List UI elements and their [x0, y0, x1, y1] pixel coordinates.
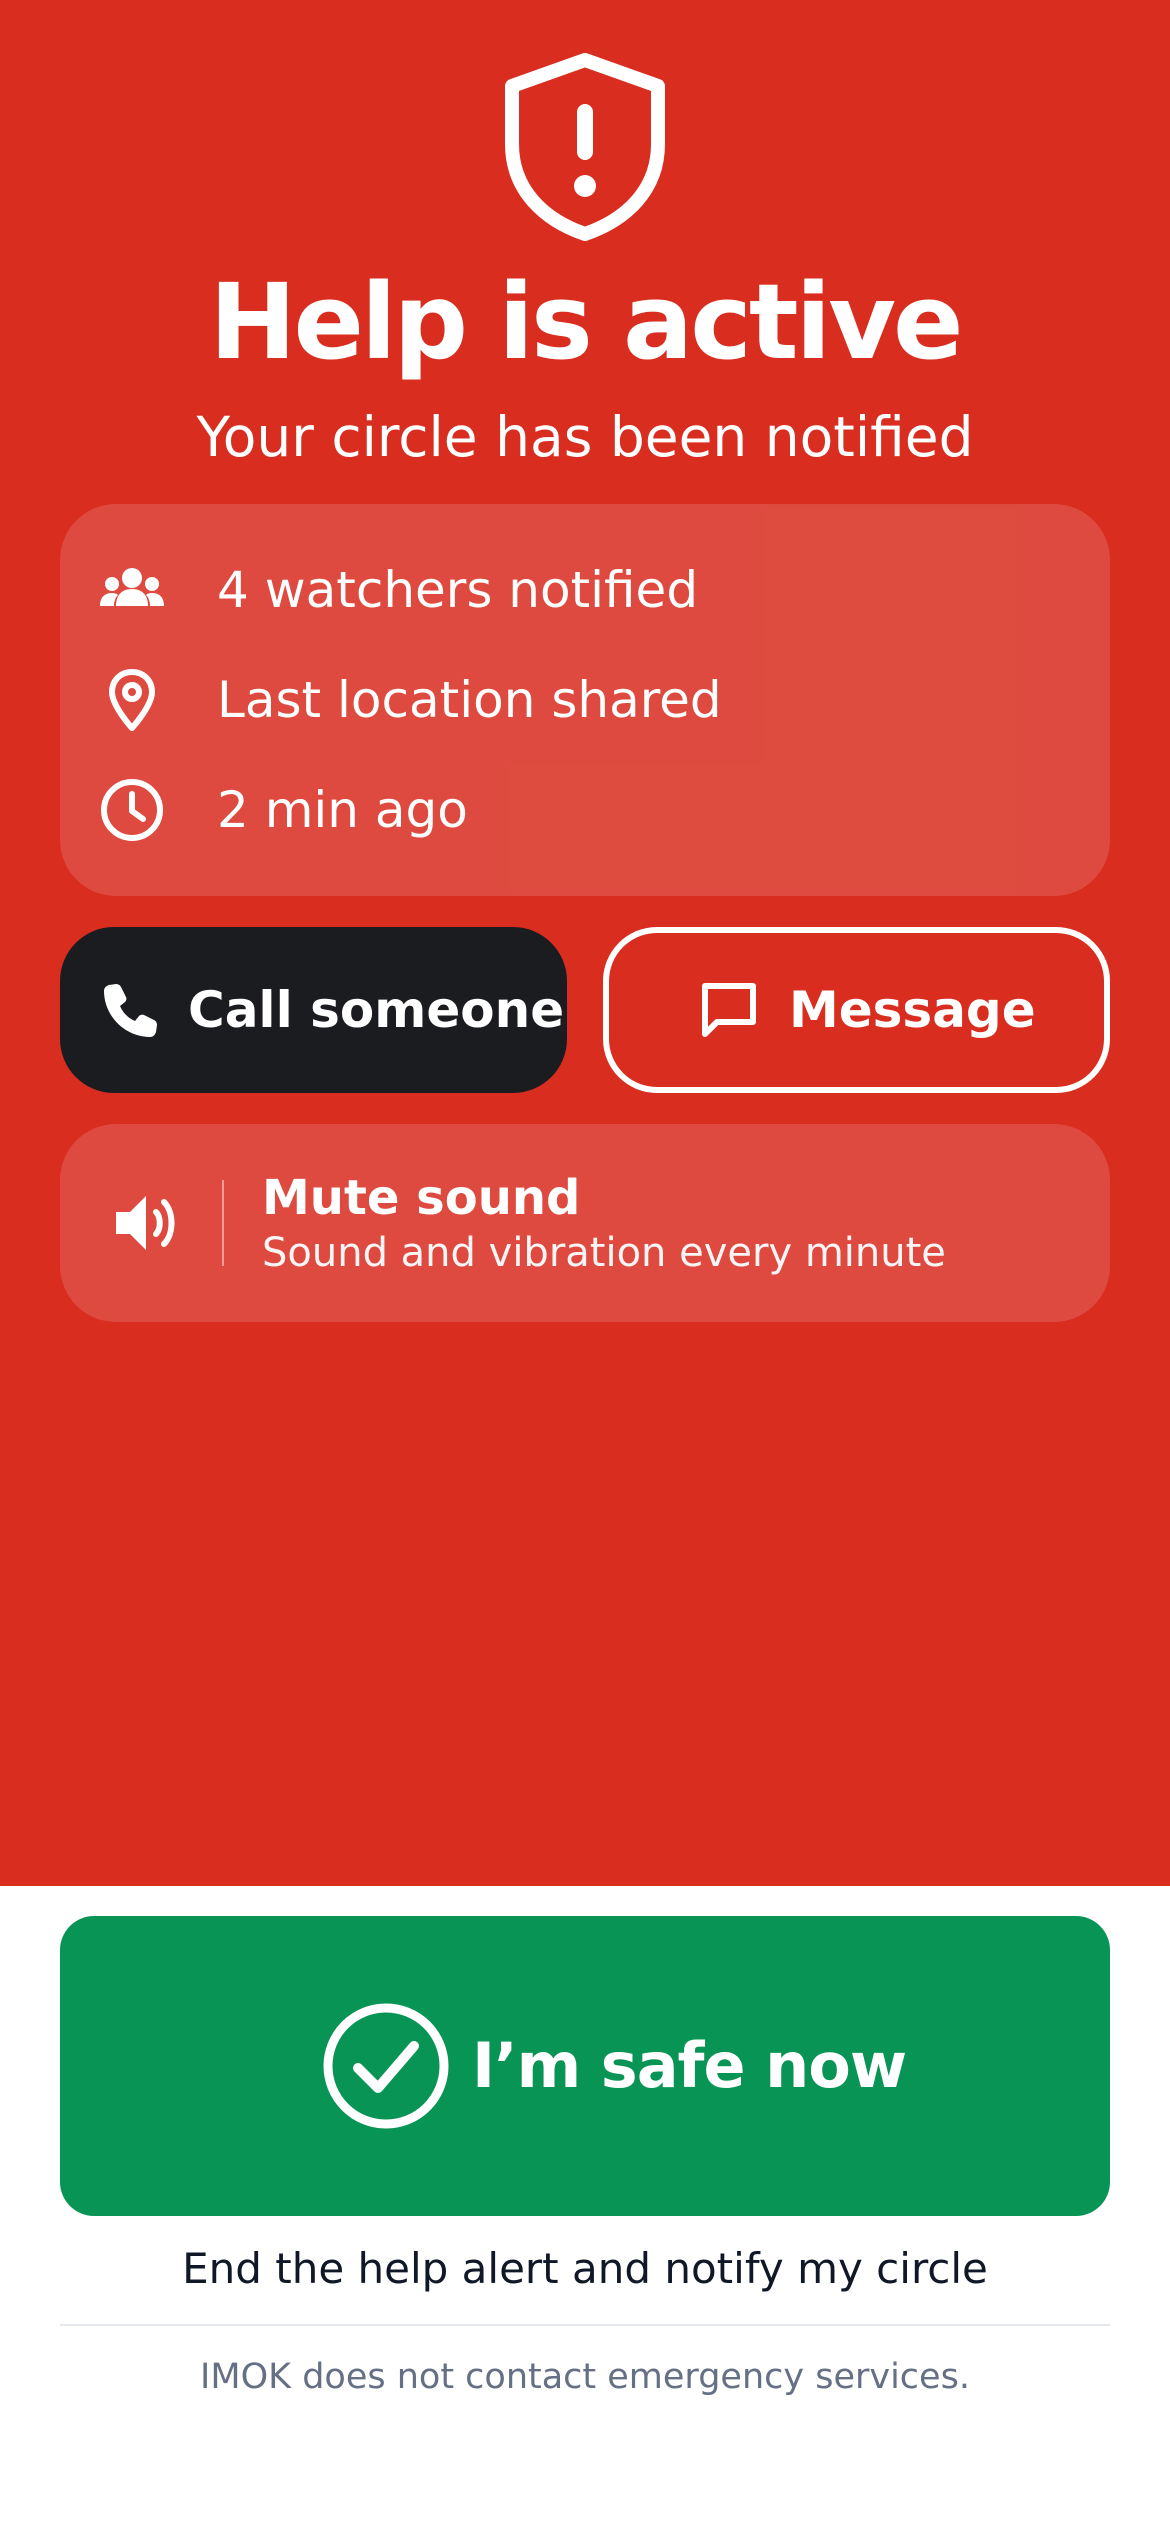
page-title: Help is active [209, 261, 963, 383]
clock-icon [101, 779, 163, 841]
mute-sound-toggle[interactable]: Mute sound Sound and vibration every min… [60, 1124, 1110, 1322]
status-watchers-label: 4 watchers notified [217, 561, 699, 619]
message-label: Message [789, 981, 1036, 1039]
people-icon [100, 568, 164, 606]
status-card: 4 watchers notified Last location shared… [60, 504, 1110, 896]
speaker-icon [116, 1196, 175, 1250]
status-row-time: 2 min ago [60, 770, 1110, 850]
mute-sound-title: Mute sound [262, 1170, 581, 1226]
call-someone-button[interactable]: Call someone [60, 927, 567, 1093]
alert-panel: Help is active Your circle has been noti… [0, 0, 1170, 1886]
message-icon [702, 983, 756, 1037]
disclaimer-text: IMOK does not contact emergency services… [200, 2357, 970, 2397]
mute-sound-subtitle: Sound and vibration every minute [262, 1230, 946, 1276]
im-safe-button[interactable]: I’m safe now [60, 1916, 1110, 2216]
phone-icon [104, 984, 157, 1037]
divider [60, 2324, 1110, 2326]
status-row-watchers: 4 watchers notified [60, 550, 1110, 630]
page-subtitle: Your circle has been notified [196, 405, 974, 469]
status-row-location: Last location shared [60, 660, 1110, 740]
status-time-label: 2 min ago [217, 781, 468, 839]
location-pin-icon [109, 669, 155, 731]
shield-alert-icon [505, 53, 665, 241]
divider [222, 1180, 224, 1266]
call-someone-label: Call someone [188, 981, 565, 1039]
status-location-label: Last location shared [217, 671, 722, 729]
im-safe-label: I’m safe now [472, 2029, 907, 2102]
message-button[interactable]: Message [603, 927, 1110, 1093]
safe-caption: End the help alert and notify my circle [182, 2244, 988, 2293]
check-circle-icon [323, 2003, 449, 2129]
